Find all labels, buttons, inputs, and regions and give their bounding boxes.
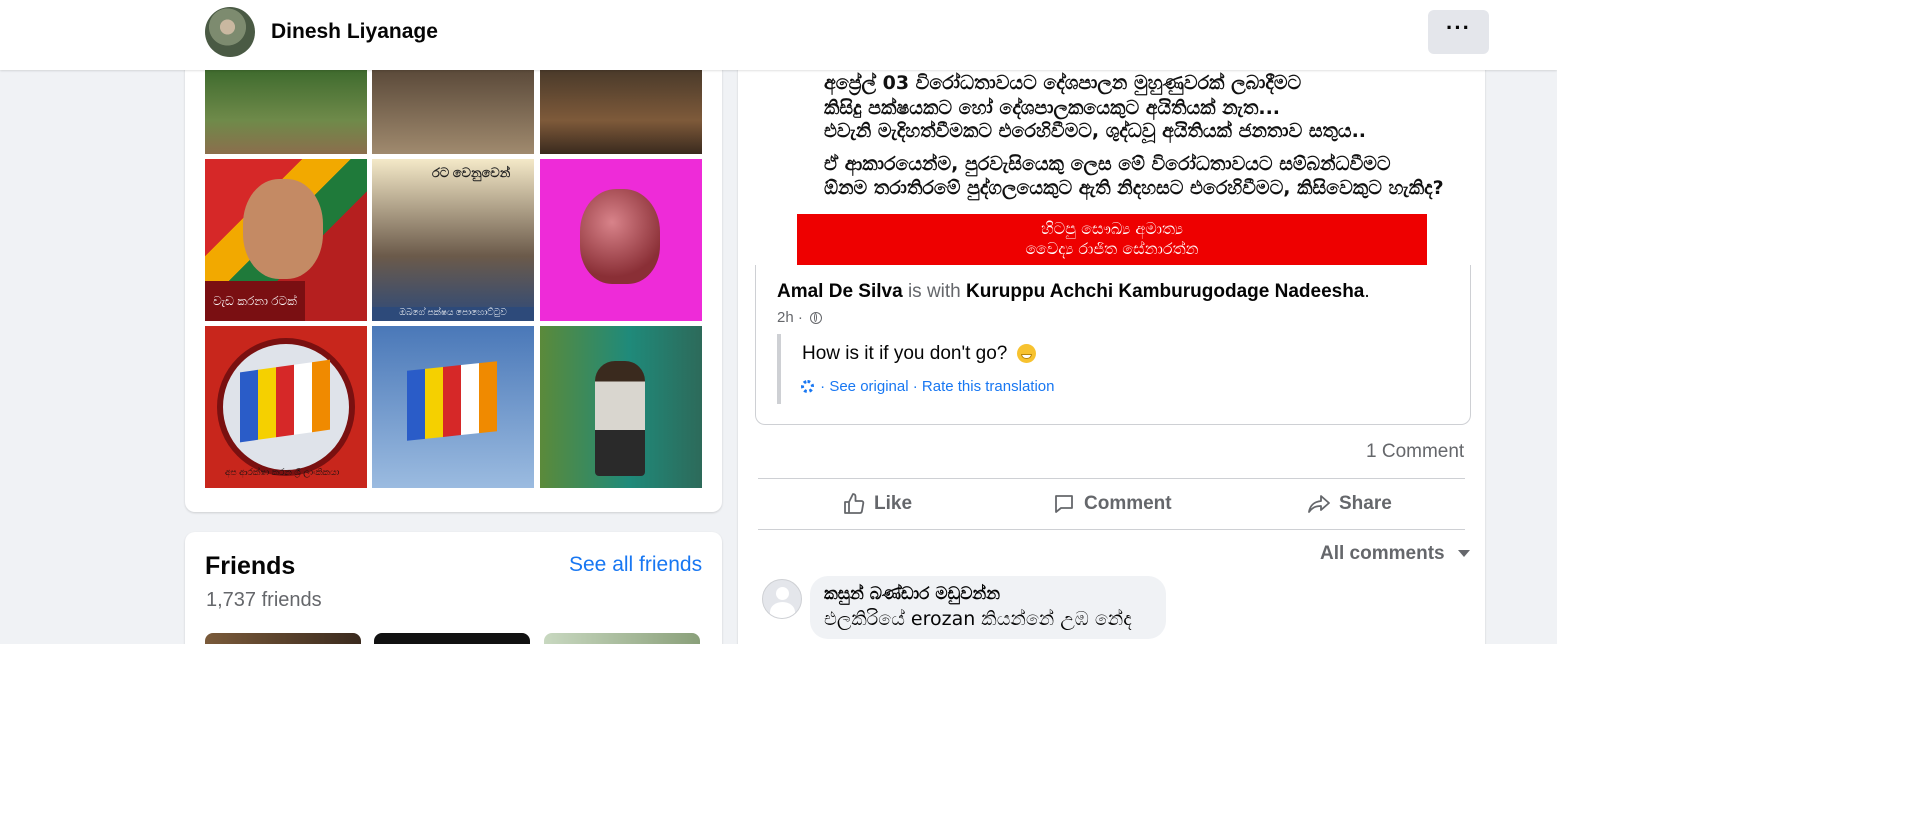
- divider: [758, 478, 1465, 479]
- see-all-friends-link[interactable]: See all friends: [569, 553, 702, 577]
- see-original-link[interactable]: · See original: [820, 378, 908, 395]
- comment-button[interactable]: Comment: [1052, 492, 1172, 516]
- post-image-text-line: අප්‍රේල් 03 විරෝධතාවයට දේශපාලන මුහුණුවරක…: [824, 72, 1302, 94]
- more-icon: ···: [1446, 15, 1471, 40]
- is-with-text: is with: [907, 281, 961, 302]
- photo-thumbnail[interactable]: අප ආරක්ෂා කරන ශ්‍රී ලාංකිකයා: [205, 326, 367, 488]
- photo-caption: වැඩ කරනා රටක්: [205, 281, 305, 321]
- comment-count[interactable]: 1 Comment: [1366, 441, 1464, 463]
- friend-thumbnail[interactable]: [205, 633, 361, 644]
- translated-quote: How is it if you don't go?: [802, 343, 1036, 365]
- friends-title: Friends: [205, 552, 296, 580]
- rate-translation-link[interactable]: · Rate this translation: [913, 378, 1055, 395]
- like-label: Like: [874, 493, 913, 514]
- period: .: [1364, 281, 1370, 302]
- post-image-text-line: එවැනි මැදිහත්වීමකට එරෙහිවීමට, ශුද්ධවූ අය…: [824, 120, 1367, 142]
- photo-thumbnail[interactable]: වැඩ කරනා රටක්: [205, 159, 367, 321]
- caret-down-icon: [1457, 550, 1470, 557]
- photo-thumbnail[interactable]: [205, 70, 367, 154]
- comment-text: එලකිරියේ erozan කියන්නේ උඹ නේද: [824, 608, 1132, 630]
- share-button[interactable]: Share: [1307, 492, 1392, 516]
- avatar-body: [770, 602, 795, 618]
- divider: [758, 529, 1465, 530]
- tagged-user-link[interactable]: Kuruppu Achchi Kamburugodage Nadeesha: [966, 281, 1364, 302]
- share-icon: [1308, 495, 1330, 513]
- more-options-button[interactable]: ···: [1428, 10, 1489, 54]
- post-time[interactable]: 2h ·: [777, 309, 823, 326]
- friend-thumbnail[interactable]: [374, 633, 530, 644]
- post-time-text[interactable]: 2h ·: [777, 309, 803, 326]
- like-button[interactable]: Like: [842, 492, 912, 516]
- quote-bar: [777, 334, 781, 404]
- gear-icon[interactable]: [801, 380, 814, 393]
- profile-name[interactable]: Dinesh Liyanage: [271, 20, 438, 44]
- buddhist-flag: [407, 361, 497, 441]
- all-comments-label: All comments: [1320, 543, 1445, 564]
- all-comments-dropdown[interactable]: All comments: [1320, 543, 1470, 565]
- photo-ring-text: අප ආරක්ෂා කරන ශ්‍රී ලාංකිකයා: [225, 467, 340, 477]
- friends-card: [185, 532, 722, 644]
- share-label: Share: [1339, 493, 1392, 514]
- photo-sign-text: රට වෙනුවෙන්: [432, 165, 511, 180]
- photo-thumbnail[interactable]: [540, 159, 702, 321]
- post-image-banner: හිටපු සෞඛ්‍ය අමාත්‍ය වෛද්‍ය රාජිත සේනාරත…: [797, 214, 1427, 265]
- comment-label: Comment: [1084, 493, 1172, 514]
- thumbs-up-icon: [844, 493, 865, 514]
- translated-quote-text: How is it if you don't go?: [802, 343, 1008, 364]
- photo-person: [595, 361, 645, 476]
- photo-thumbnail[interactable]: [372, 70, 534, 154]
- translation-row: · See original · Rate this translation: [801, 378, 1054, 395]
- shared-author-link[interactable]: Amal De Silva: [777, 281, 903, 302]
- photo-thumbnail[interactable]: රට වෙනුවෙන් ඔබගේ පක්ෂය පොහොට්ටුව: [372, 159, 534, 321]
- shared-post-header: Amal De Silva is with Kuruppu Achchi Kam…: [777, 281, 1370, 303]
- photo-thumbnail[interactable]: [372, 326, 534, 488]
- default-avatar-icon[interactable]: [762, 579, 802, 619]
- friend-thumbnail[interactable]: [544, 633, 700, 644]
- globe-icon: [810, 312, 823, 324]
- buddhist-flag: [240, 359, 330, 443]
- photo-thumbnail[interactable]: [540, 70, 702, 154]
- photo-bottom-text: ඔබගේ පක්ෂය පොහොට්ටුව: [372, 307, 534, 321]
- commenter-name-link[interactable]: කසුන් බණ්ඩාර මඩුවන්න: [824, 584, 1000, 604]
- laughing-emoji-icon: [1016, 344, 1036, 363]
- photo-face: [243, 179, 323, 279]
- friends-count: 1,737 friends: [206, 589, 322, 611]
- post-image-text-line: කිසිදු පක්ෂයකට හෝ දේශපාලකයෙකුට අයිතියක් …: [824, 97, 1281, 119]
- viewport: වැඩ කරනා රටක් රට වෙනුවෙන් ඔබගේ පක්ෂය පොහ…: [0, 0, 1557, 644]
- banner-line-2: වෛද්‍ය රාජිත සේනාරත්න: [1025, 239, 1199, 258]
- avatar-head: [776, 587, 789, 600]
- photo-thumbnail[interactable]: [540, 326, 702, 488]
- post-image-text-line: ඒ ආකාරයෙන්ම, පුරවැසියෙකු ලෙස මේ විරෝධතාව…: [824, 153, 1391, 175]
- profile-header-bar: Dinesh Liyanage ···: [0, 0, 1557, 70]
- comment-icon: [1055, 495, 1073, 513]
- post-image-text-line: ඕනම තරාතිරමේ පුද්ගලයෙකුට ඇති නිදහසට එරෙහ…: [824, 177, 1444, 199]
- avatar[interactable]: [205, 7, 255, 57]
- banner-line-1: හිටපු සෞඛ්‍ය අමාත්‍ය: [1041, 219, 1183, 238]
- photo-heart: [580, 189, 660, 284]
